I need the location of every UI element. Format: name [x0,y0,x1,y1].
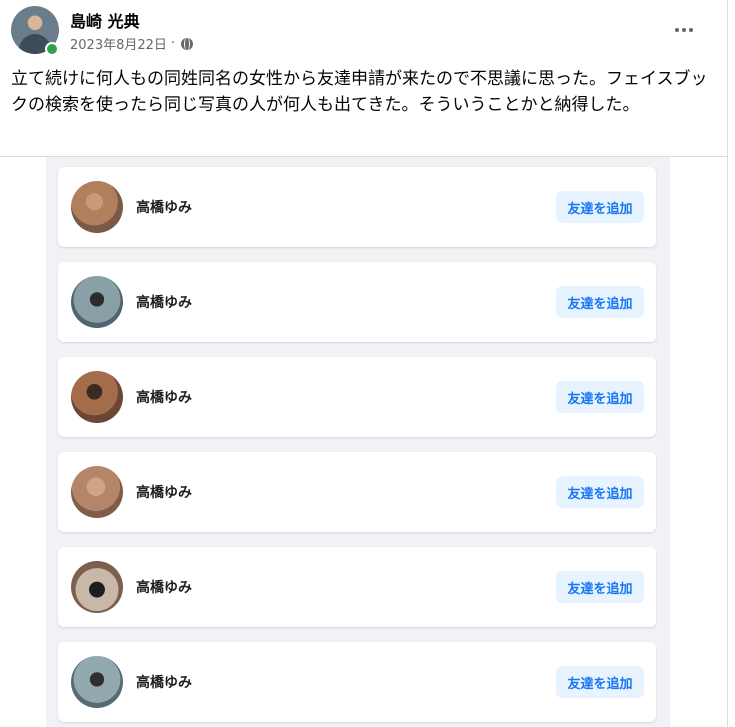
post-meta: 2023年8月22日 · [70,34,194,53]
meta-separator: · [170,36,176,51]
online-status-dot [45,42,59,56]
dot-icon [675,28,679,32]
friend-card: 高橋ゆみ 友達を追加 [58,642,656,722]
add-friend-button[interactable]: 友達を追加 [556,666,644,698]
globe-icon[interactable] [181,37,194,50]
friend-avatar[interactable] [71,371,123,423]
friend-avatar[interactable] [71,656,123,708]
friend-name[interactable]: 高橋ゆみ [136,292,192,312]
friend-card: 高橋ゆみ 友達を追加 [58,357,656,437]
add-friend-button[interactable]: 友達を追加 [556,381,644,413]
friend-card: 高橋ゆみ 友達を追加 [58,452,656,532]
friend-avatar[interactable] [71,276,123,328]
friend-avatar[interactable] [71,561,123,613]
friend-name[interactable]: 高橋ゆみ [136,577,192,597]
feed-border [727,0,728,727]
friend-avatar[interactable] [71,466,123,518]
add-friend-button[interactable]: 友達を追加 [556,571,644,603]
post-header: 島崎 光典 2023年8月22日 · [0,0,735,60]
post-image-friend-suggestions[interactable]: 高橋ゆみ 友達を追加 高橋ゆみ 友達を追加 高橋ゆみ 友達を追加 高橋ゆみ 友達… [46,157,670,727]
post-body-text: 立て続けに何人もの同姓同名の女性から友達申請が来たので不思議に思った。フェイスブ… [11,69,708,115]
add-friend-button[interactable]: 友達を追加 [556,476,644,508]
dot-icon [689,28,693,32]
add-friend-button[interactable]: 友達を追加 [556,191,644,223]
friend-name[interactable]: 高橋ゆみ [136,387,192,407]
friend-avatar[interactable] [71,181,123,233]
dot-icon [682,28,686,32]
more-options-button[interactable] [668,18,700,42]
friend-name[interactable]: 高橋ゆみ [136,672,192,692]
author-name[interactable]: 島崎 光典 [70,8,140,32]
friend-card: 高橋ゆみ 友達を追加 [58,547,656,627]
friend-card: 高橋ゆみ 友達を追加 [58,167,656,247]
friend-name[interactable]: 高橋ゆみ [136,197,192,217]
post-date[interactable]: 2023年8月22日 [70,34,167,53]
add-friend-button[interactable]: 友達を追加 [556,286,644,318]
friend-card: 高橋ゆみ 友達を追加 [58,262,656,342]
friend-name[interactable]: 高橋ゆみ [136,482,192,502]
